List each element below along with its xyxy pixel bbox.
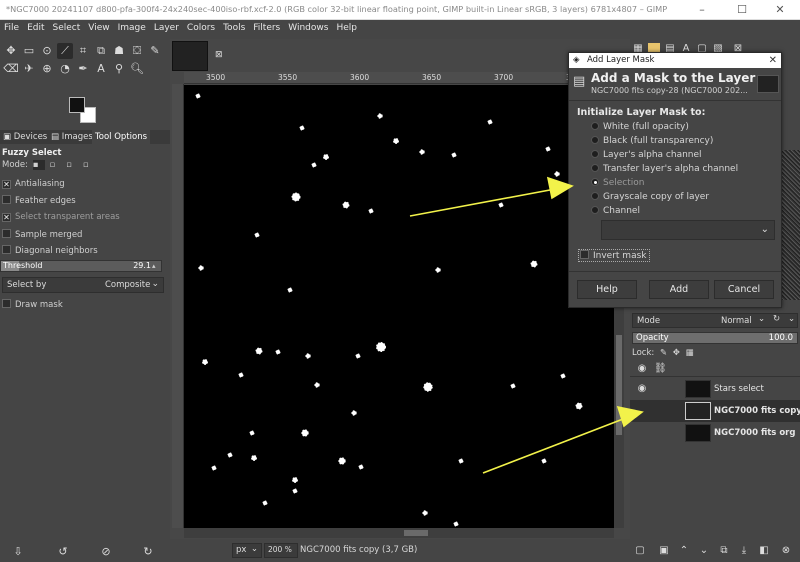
arrow-head xyxy=(616,405,644,428)
arrow-to-selection xyxy=(409,186,567,217)
annotation-arrows xyxy=(409,176,644,474)
arrow-to-layer xyxy=(482,413,637,474)
arrow-head xyxy=(546,176,574,200)
